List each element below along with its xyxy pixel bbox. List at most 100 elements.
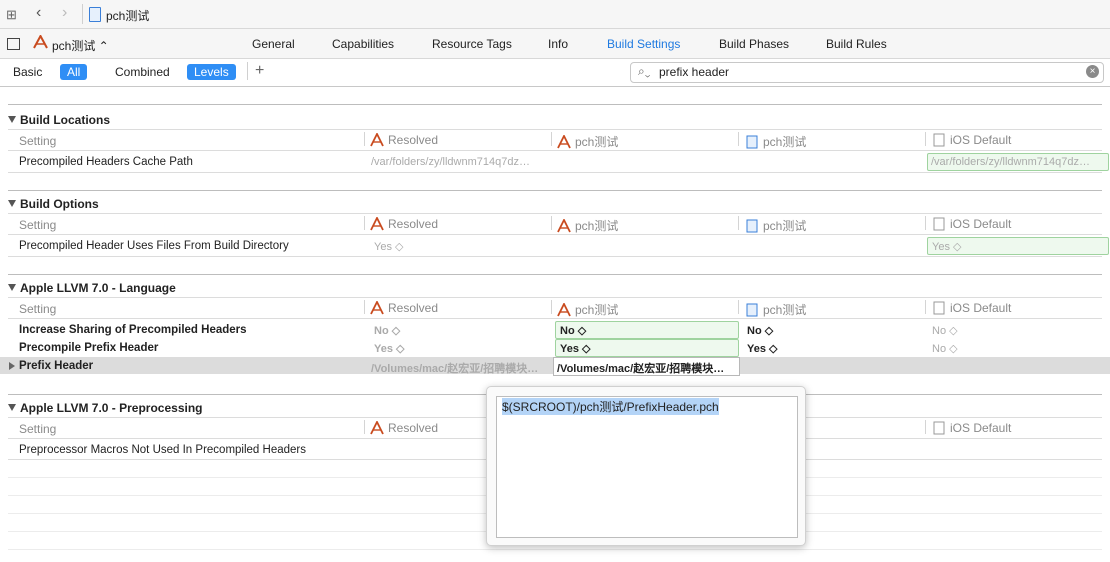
section-header[interactable]: Build Options [8, 197, 99, 211]
column-header-ios-default: iOS Default [932, 421, 1011, 435]
setting-row-label[interactable]: Precompiled Header Uses Files From Build… [19, 240, 289, 252]
filter-levels[interactable]: Levels [187, 64, 236, 80]
divider [8, 297, 1102, 298]
resolved-value: /var/folders/zy/lldwnm714q7dz… [371, 156, 530, 168]
target-value: /Volumes/mac/赵宏亚/招聘模块… [557, 363, 725, 375]
column-separator [925, 300, 926, 314]
tab-capabilities[interactable]: Capabilities [332, 37, 394, 51]
divider [82, 4, 83, 24]
file-name[interactable]: pch测试 [106, 7, 149, 24]
divider [8, 213, 1102, 214]
resolved-value: /Volumes/mac/赵宏亚/招聘模块… [371, 363, 539, 375]
section-header[interactable]: Build Locations [8, 113, 110, 127]
back-icon[interactable]: ‹ [36, 4, 41, 22]
resolved-value: Yes ◇ [374, 241, 404, 253]
disclosure-triangle-icon[interactable] [8, 284, 16, 291]
setting-row-label[interactable]: Increase Sharing of Precompiled Headers [19, 324, 247, 336]
column-header-project: pch测试 [745, 301, 806, 318]
default-value: No ◇ [932, 343, 958, 355]
default-value: Yes ◇ [932, 241, 962, 253]
column-header-resolved: Resolved [370, 133, 438, 147]
divider [8, 150, 1102, 151]
column-header-setting: Setting [19, 302, 57, 316]
project-value[interactable]: Yes ◇ [747, 342, 777, 355]
column-header-ios-default: iOS Default [932, 217, 1011, 231]
tab-build-settings[interactable]: Build Settings [607, 37, 680, 51]
value-editor-text[interactable]: $(SRCROOT)/pch测试/PrefixHeader.pch [502, 398, 719, 415]
project-file-icon [746, 303, 758, 317]
app-target-icon [370, 217, 384, 231]
tab-build-rules[interactable]: Build Rules [826, 37, 887, 51]
column-separator [551, 132, 552, 146]
target-value: No ◇ [560, 325, 587, 337]
section-header[interactable]: Apple LLVM 7.0 - Preprocessing [8, 401, 202, 415]
column-separator [738, 132, 739, 146]
disclosure-triangle-icon[interactable] [8, 200, 16, 207]
tab-info[interactable]: Info [548, 37, 568, 51]
ios-default-icon [933, 421, 945, 435]
value-editor-popover: $(SRCROOT)/pch测试/PrefixHeader.pch [486, 386, 806, 546]
column-header-target: pch测试 [557, 217, 618, 234]
grid-icon[interactable]: ⊞ [6, 7, 17, 23]
column-header-project: pch测试 [745, 133, 806, 150]
tab-general[interactable]: General [252, 37, 295, 51]
divider [8, 172, 1102, 173]
column-separator [551, 300, 552, 314]
search-field[interactable]: ⌕⌄ prefix header × [630, 62, 1104, 83]
divider [8, 129, 1102, 130]
divider [8, 318, 1102, 319]
add-setting-button[interactable]: + [255, 62, 264, 80]
tab-resource-tags[interactable]: Resource Tags [432, 37, 512, 51]
column-separator [364, 132, 365, 146]
project-file-icon [746, 135, 758, 149]
clear-search-icon[interactable]: × [1086, 65, 1099, 78]
search-icon: ⌕⌄ [638, 64, 651, 78]
column-separator [925, 216, 926, 230]
column-header-setting: Setting [19, 134, 57, 148]
column-separator [364, 300, 365, 314]
column-header-resolved: Resolved [370, 421, 438, 435]
filter-combined[interactable]: Combined [108, 64, 177, 80]
column-header-project: pch测试 [745, 217, 806, 234]
file-icon [89, 7, 101, 22]
column-header-resolved: Resolved [370, 301, 438, 315]
forward-icon[interactable]: › [62, 4, 67, 22]
app-target-icon [33, 35, 48, 49]
setting-row-label[interactable]: Preprocessor Macros Not Used In Precompi… [19, 444, 306, 456]
target-selector[interactable]: pch测试 ⌃ [52, 37, 109, 54]
sidebar-toggle-icon[interactable] [7, 38, 20, 50]
divider [8, 234, 1102, 235]
empty-row-line [8, 549, 1102, 550]
setting-row-label[interactable]: Precompile Prefix Header [19, 342, 158, 354]
column-header-setting: Setting [19, 218, 57, 232]
divider [8, 256, 1102, 257]
column-separator [364, 216, 365, 230]
app-target-icon [557, 135, 571, 149]
column-header-setting: Setting [19, 422, 57, 436]
divider [8, 190, 1102, 191]
project-file-icon [746, 219, 758, 233]
resolved-value: Yes ◇ [374, 343, 405, 355]
filter-basic[interactable]: Basic [6, 64, 49, 80]
setting-row-label[interactable]: Prefix Header [19, 360, 93, 372]
divider [8, 274, 1102, 275]
value-editor-textarea[interactable]: $(SRCROOT)/pch测试/PrefixHeader.pch [496, 396, 798, 538]
tab-build-phases[interactable]: Build Phases [719, 37, 789, 51]
divider [8, 104, 1102, 105]
divider [247, 62, 248, 80]
default-value: No ◇ [932, 325, 958, 337]
column-separator [738, 300, 739, 314]
filter-all[interactable]: All [60, 64, 88, 80]
section-header[interactable]: Apple LLVM 7.0 - Language [8, 281, 176, 295]
disclosure-triangle-icon[interactable] [9, 362, 15, 370]
column-header-ios-default: iOS Default [932, 133, 1011, 147]
search-input[interactable]: prefix header [659, 65, 729, 79]
disclosure-triangle-icon[interactable] [8, 116, 16, 123]
column-separator [925, 132, 926, 146]
column-separator [738, 216, 739, 230]
disclosure-triangle-icon[interactable] [8, 404, 16, 411]
project-value[interactable]: No ◇ [747, 324, 773, 337]
setting-row-label[interactable]: Precompiled Headers Cache Path [19, 156, 193, 168]
app-target-icon [370, 421, 384, 435]
app-target-icon [557, 303, 571, 317]
